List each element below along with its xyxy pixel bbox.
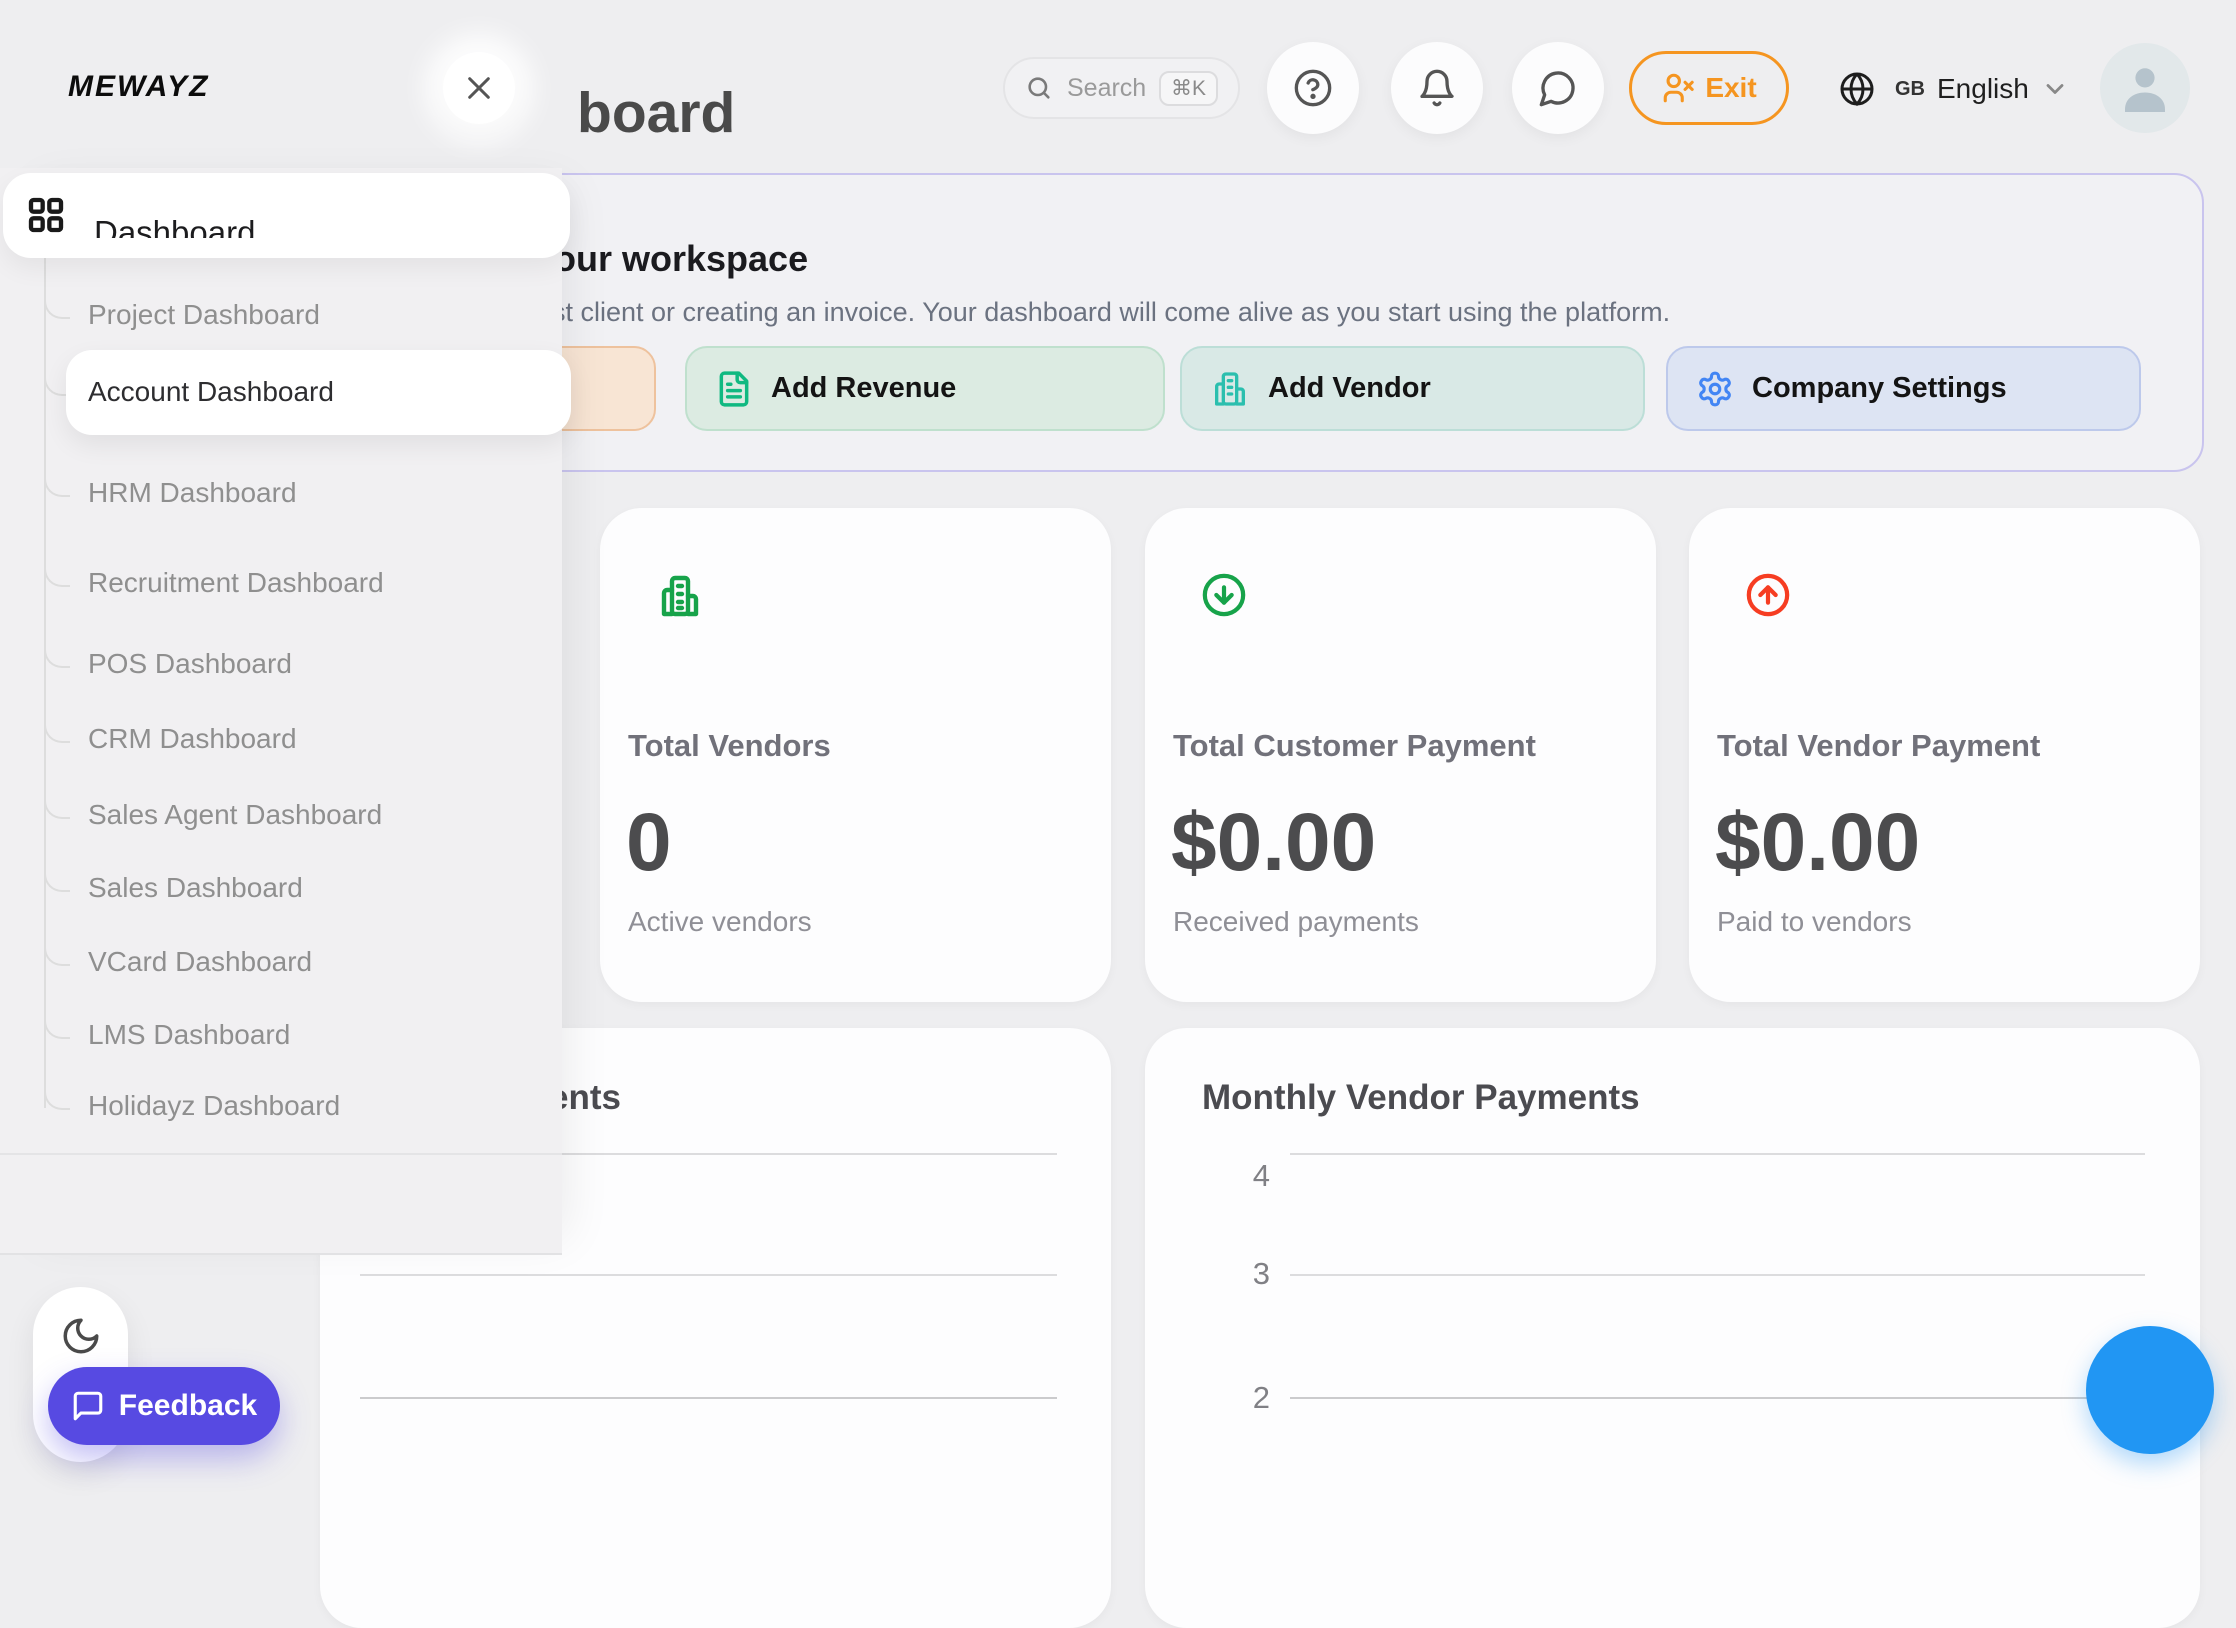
messages-button[interactable] [1512, 42, 1604, 134]
search-field[interactable] [1065, 73, 1157, 104]
gridline [360, 1274, 1057, 1276]
tree-branch [44, 711, 70, 743]
chevron-down-icon [2041, 75, 2069, 103]
close-sidebar-button[interactable] [443, 52, 515, 124]
search-shortcut-badge: ⌘K [1159, 71, 1218, 106]
user-x-icon [1661, 71, 1695, 105]
building-icon [656, 572, 704, 620]
sidebar-item-dashboard[interactable]: Dashboard [3, 173, 570, 258]
add-vendor-label: Add Vendor [1268, 372, 1431, 405]
exit-button[interactable]: Exit [1629, 51, 1789, 125]
grid-icon [26, 195, 66, 235]
stat-value: $0.00 [1715, 796, 1920, 890]
add-revenue-label: Add Revenue [771, 372, 956, 405]
search-input[interactable]: ⌘K [1003, 57, 1240, 119]
tree-branch [44, 555, 70, 587]
sidebar-item-project-dashboard[interactable]: Project Dashboard [88, 295, 320, 335]
stat-card-vendor-payment: Total Vendor Payment $0.00 Paid to vendo… [1689, 508, 2200, 1002]
tree-branch [44, 287, 70, 319]
moon-icon [60, 1315, 102, 1357]
building-icon [1210, 369, 1250, 409]
sidebar-item-lms-dashboard[interactable]: LMS Dashboard [88, 1015, 290, 1055]
tree-branch [44, 1007, 70, 1039]
sidebar-header-label: Dashboard [94, 213, 255, 238]
sidebar-item-sales-agent-dashboard[interactable]: Sales Agent Dashboard [88, 795, 382, 835]
sidebar-item-vcard-dashboard[interactable]: VCard Dashboard [88, 942, 312, 982]
tree-branch [44, 934, 70, 966]
sidebar-item-holidayz-dashboard[interactable]: Holidayz Dashboard [88, 1086, 340, 1126]
welcome-heading: our workspace [554, 238, 808, 280]
stat-card-customer-payment: Total Customer Payment $0.00 Received pa… [1145, 508, 1656, 1002]
stat-title: Total Vendor Payment [1717, 728, 2040, 764]
help-icon [1293, 68, 1333, 108]
language-selector[interactable]: GB English [1839, 64, 2069, 114]
welcome-message: st client or creating an invoice. Your d… [552, 297, 1670, 328]
gridline [1290, 1153, 2145, 1155]
stat-subtitle: Received payments [1173, 906, 1419, 938]
stat-title: Total Customer Payment [1173, 728, 1536, 764]
close-icon [463, 72, 495, 104]
sidebar-item-crm-dashboard[interactable]: CRM Dashboard [88, 719, 297, 759]
tree-branch [44, 787, 70, 819]
sidebar-item-recruitment-dashboard[interactable]: Recruitment Dashboard [88, 563, 384, 603]
sidebar-item-hrm-dashboard[interactable]: HRM Dashboard [88, 473, 297, 513]
feedback-button[interactable]: Feedback [48, 1367, 280, 1445]
sidebar-item-sales-dashboard[interactable]: Sales Dashboard [88, 868, 303, 908]
feedback-label: Feedback [119, 1389, 257, 1423]
sidebar-panel: Dashboard Project Dashboard Account Dash… [0, 168, 562, 1255]
chart-title: Monthly Vendor Payments [1202, 1078, 1640, 1118]
sidebar-divider [0, 1153, 562, 1155]
y-axis-tick: 4 [1225, 1158, 1270, 1194]
gridline [1290, 1397, 2145, 1399]
exit-label: Exit [1705, 72, 1756, 104]
user-avatar[interactable] [2100, 43, 2190, 133]
y-axis-tick: 3 [1225, 1256, 1270, 1292]
company-settings-button[interactable]: Company Settings [1666, 346, 2141, 431]
gridline [360, 1397, 1057, 1399]
feedback-chat-icon [71, 1389, 105, 1423]
tree-branch [44, 1078, 70, 1110]
search-icon [1025, 74, 1053, 102]
chart-card-vendor-payments: Monthly Vendor Payments 4 3 2 [1145, 1028, 2200, 1628]
help-button[interactable] [1267, 42, 1359, 134]
stat-subtitle: Paid to vendors [1717, 906, 1912, 938]
gridline [1290, 1274, 2145, 1276]
file-text-icon [715, 370, 753, 408]
add-vendor-button[interactable]: Add Vendor [1180, 346, 1645, 431]
tree-branch [44, 636, 70, 668]
stat-title: Total Vendors [628, 728, 831, 764]
language-label: English [1937, 73, 2029, 105]
add-revenue-button[interactable]: Add Revenue [685, 346, 1165, 431]
gear-icon [1696, 370, 1734, 408]
globe-icon [1839, 71, 1875, 107]
sidebar-item-pos-dashboard[interactable]: POS Dashboard [88, 644, 292, 684]
tree-branch [44, 465, 70, 497]
chat-icon [1538, 68, 1578, 108]
tree-branch [44, 860, 70, 892]
company-settings-label: Company Settings [1752, 372, 2007, 405]
y-axis-tick: 2 [1225, 1380, 1270, 1416]
stat-value: $0.00 [1171, 796, 1376, 890]
language-code: GB [1895, 78, 1925, 101]
arrow-up-circle-icon [1745, 572, 1791, 618]
notifications-button[interactable] [1391, 42, 1483, 134]
floating-action-button[interactable] [2086, 1326, 2214, 1454]
person-icon [2113, 56, 2177, 120]
stat-value: 0 [626, 796, 672, 890]
app-logo: MEWAYZ [68, 70, 209, 104]
page-title: board [577, 80, 735, 146]
bell-icon [1417, 68, 1457, 108]
stat-card-total-vendors: Total Vendors 0 Active vendors [600, 508, 1111, 1002]
sidebar-item-account-dashboard[interactable]: Account Dashboard [88, 372, 334, 412]
stat-subtitle: Active vendors [628, 906, 812, 938]
arrow-down-circle-icon [1201, 572, 1247, 618]
